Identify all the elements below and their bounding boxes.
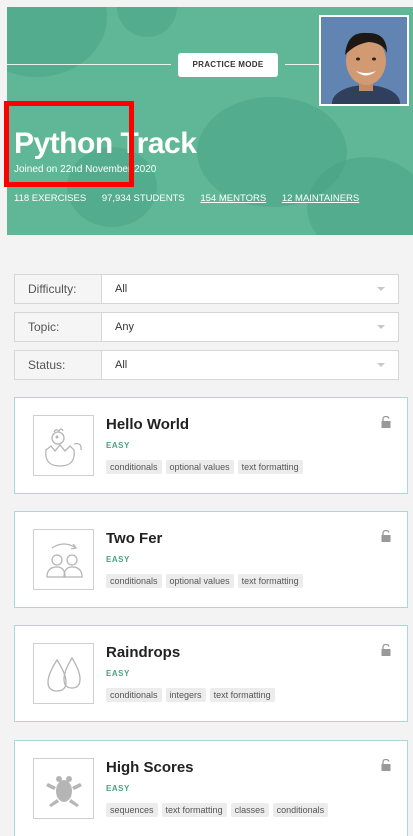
unlock-icon [381, 416, 391, 428]
raindrops-icon [33, 643, 94, 704]
mentors-link[interactable]: 154 MENTORS [200, 193, 266, 204]
filter-label: Difficulty: [15, 275, 102, 303]
frog-icon [33, 758, 94, 819]
difficulty-badge: EASY [106, 669, 130, 678]
hatching-chick-icon [33, 415, 94, 476]
difficulty-badge: EASY [106, 441, 130, 450]
unlock-icon [381, 759, 391, 771]
exercise-name[interactable]: Two Fer [106, 530, 162, 547]
hero-decoration [117, 7, 177, 37]
chevron-down-icon[interactable] [377, 363, 385, 367]
exercise-card[interactable]: High Scores EASY sequences text formatti… [14, 740, 408, 836]
divider [285, 64, 319, 65]
maintainers-link[interactable]: 12 MAINTAINERS [282, 193, 359, 204]
filter-label: Status: [15, 351, 102, 379]
topic-tag: conditionals [106, 460, 162, 474]
status-filter[interactable]: Status: All [14, 350, 399, 380]
tag-list: conditionals optional values text format… [106, 460, 303, 474]
students-count: 97,934 STUDENTS [101, 193, 185, 204]
topic-filter[interactable]: Topic: Any [14, 312, 399, 342]
chevron-down-icon[interactable] [377, 325, 385, 329]
unlock-icon [381, 644, 391, 656]
hero-decoration [7, 7, 107, 77]
chevron-down-icon[interactable] [377, 287, 385, 291]
tag-list: conditionals integers text formatting [106, 688, 275, 702]
two-people-icon [33, 529, 94, 590]
exercise-card[interactable]: Hello World EASY conditionals optional v… [14, 397, 408, 494]
difficulty-badge: EASY [106, 784, 130, 793]
filter-label: Topic: [15, 313, 102, 341]
exercises-count: 118 EXERCISES [14, 193, 87, 204]
tag-list: conditionals optional values text format… [106, 574, 303, 588]
exercise-name[interactable]: High Scores [106, 759, 194, 776]
divider [7, 64, 171, 65]
topic-tag: conditionals [106, 574, 162, 588]
topic-tag: text formatting [161, 803, 227, 817]
filter-value[interactable]: Any [115, 313, 134, 341]
difficulty-filter[interactable]: Difficulty: All [14, 274, 399, 304]
unlock-icon [381, 530, 391, 542]
exercise-card[interactable]: Two Fer EASY conditionals optional value… [14, 511, 408, 608]
topic-tag: text formatting [237, 574, 303, 588]
topic-tag: text formatting [209, 688, 275, 702]
filter-value[interactable]: All [115, 275, 127, 303]
highlight-box [4, 101, 134, 187]
exercise-name[interactable]: Raindrops [106, 644, 180, 661]
topic-tag: classes [230, 803, 269, 817]
topic-tag: integers [165, 688, 206, 702]
topic-tag: optional values [165, 574, 234, 588]
filter-value[interactable]: All [115, 351, 127, 379]
topic-tag: optional values [165, 460, 234, 474]
exercise-name[interactable]: Hello World [106, 416, 189, 433]
tag-list: sequences text formatting classes condit… [106, 803, 329, 817]
practice-mode-badge[interactable]: PRACTICE MODE [178, 53, 278, 77]
exercise-card[interactable]: Raindrops EASY conditionals integers tex… [14, 625, 408, 722]
topic-tag: text formatting [237, 460, 303, 474]
difficulty-badge: EASY [106, 555, 130, 564]
topic-tag: conditionals [272, 803, 329, 817]
topic-tag: conditionals [106, 688, 162, 702]
avatar[interactable] [319, 15, 409, 106]
topic-tag: sequences [106, 803, 158, 817]
track-stats: 118 EXERCISES 97,934 STUDENTS 154 MENTOR… [14, 193, 372, 204]
